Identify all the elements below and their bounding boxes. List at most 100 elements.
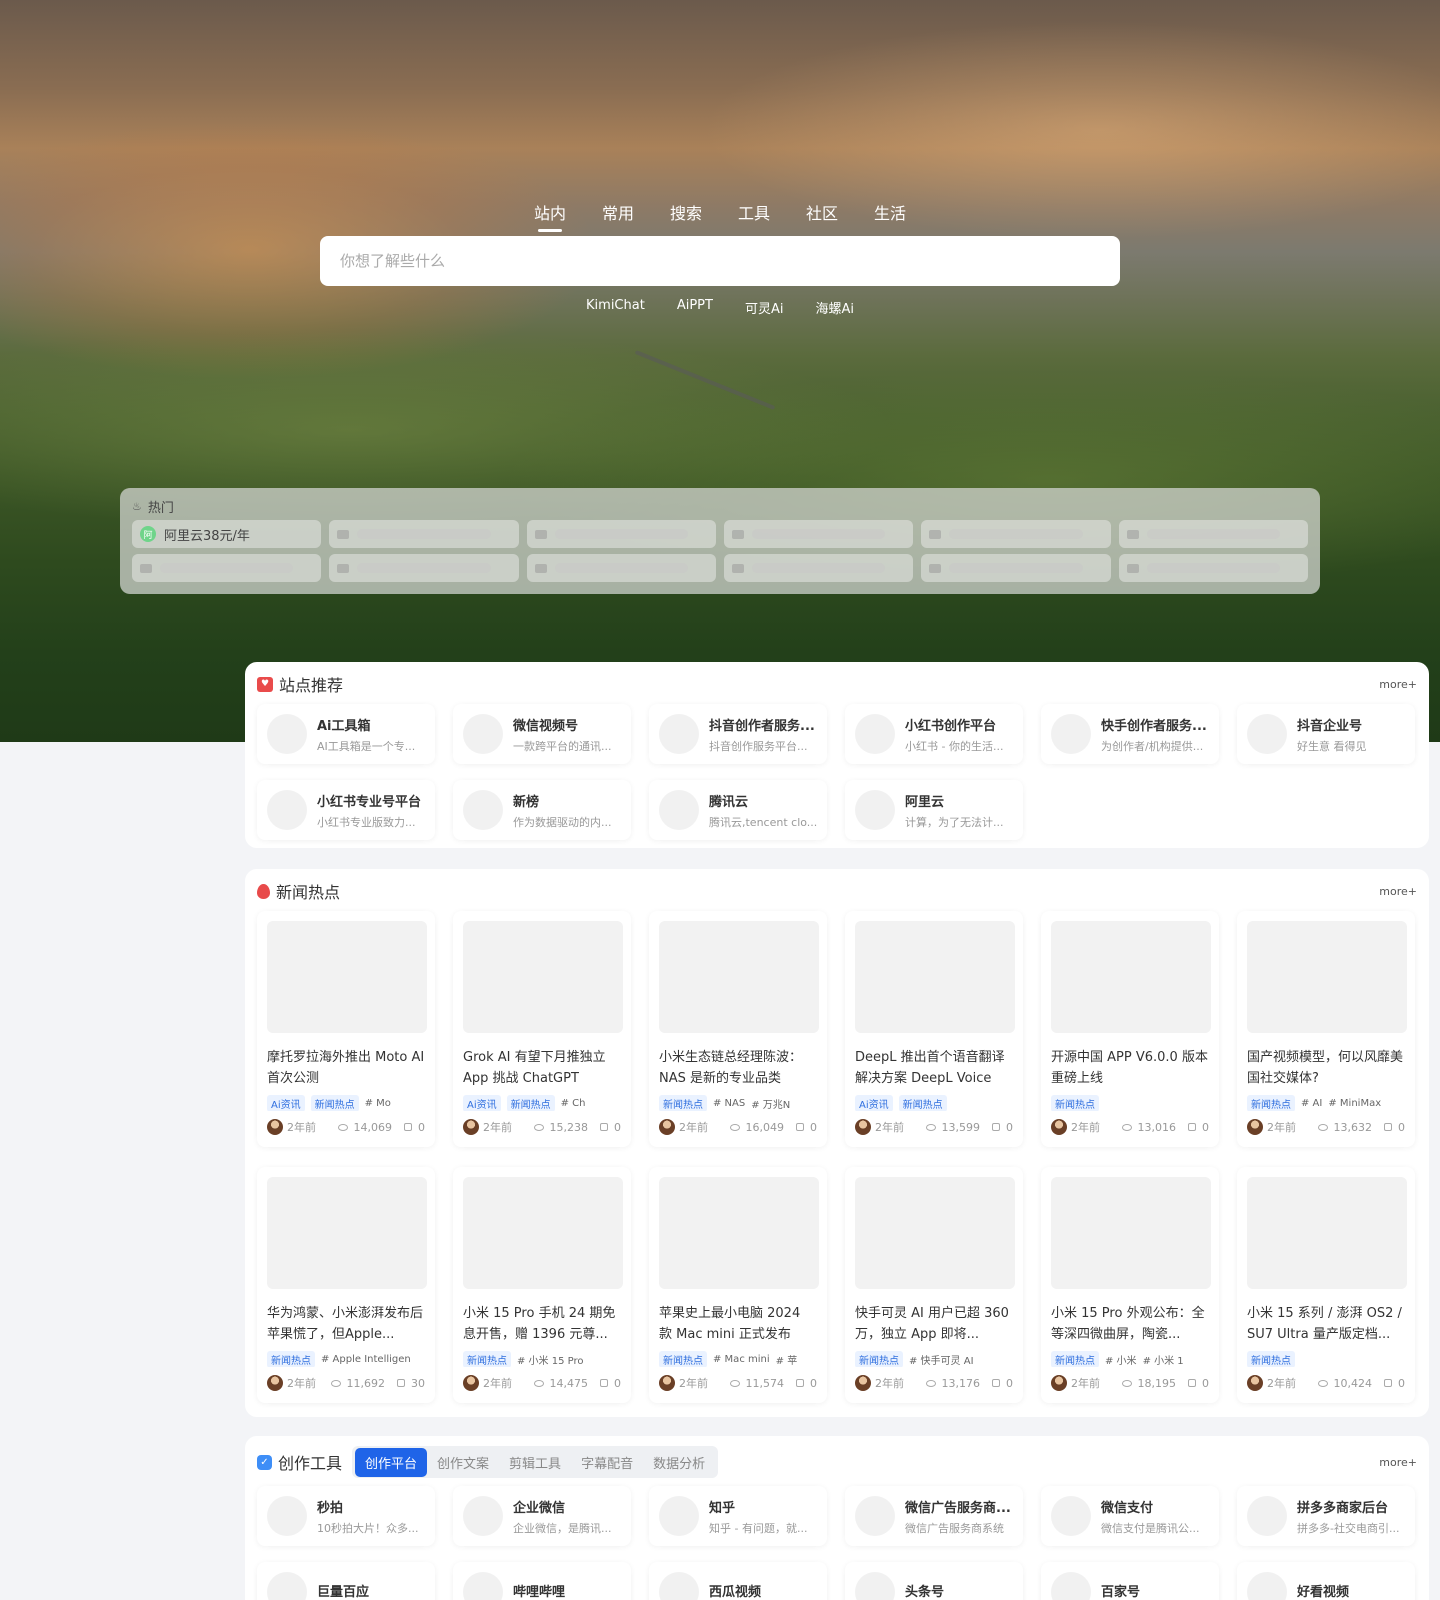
site-card[interactable]: 西瓜视频 <box>649 1562 827 1600</box>
quick-link[interactable]: 海螺Ai <box>815 298 854 317</box>
site-card[interactable]: 哔哩哔哩 <box>453 1562 631 1600</box>
tool-tab[interactable]: 创作文案 <box>427 1448 499 1477</box>
tool-tab[interactable]: 字幕配音 <box>571 1448 643 1477</box>
search-tab[interactable]: 搜索 <box>670 200 702 232</box>
news-card[interactable]: 开源中国 APP V6.0.0 版本重磅上线 新闻热点 2年前 13,016 0 <box>1041 911 1219 1147</box>
news-title[interactable]: 小米 15 Pro 手机 24 期免息开售，赠 1396 元尊... <box>463 1303 621 1345</box>
site-card[interactable]: 抖音创作者服务... 抖音创作服务平台... <box>649 704 827 764</box>
category-tag[interactable]: Ai资讯 <box>267 1095 305 1111</box>
keyword-tag[interactable]: # MiniMax <box>1328 1098 1381 1109</box>
category-tag[interactable]: 新闻热点 <box>1051 1095 1099 1111</box>
keyword-tag[interactable]: # 万兆N <box>751 1096 790 1111</box>
search-input[interactable] <box>340 252 1100 270</box>
news-card[interactable]: Grok AI 有望下月推独立 App 挑战 ChatGPT Ai资讯 新闻热点 # … <box>453 911 631 1147</box>
site-card[interactable]: 抖音企业号 好生意 看得见 <box>1237 704 1415 764</box>
news-card[interactable]: 苹果史上最小电脑 2024 款 Mac mini 正式发布新闻热点 # Mac m… <box>649 1167 827 1403</box>
like-icon[interactable] <box>1188 1123 1196 1131</box>
category-tag[interactable]: 新闻热点 <box>1247 1095 1295 1111</box>
search-tab[interactable]: 生活 <box>874 200 906 232</box>
site-card[interactable]: 知乎 知乎 - 有问题，就... <box>649 1486 827 1546</box>
like-icon[interactable] <box>397 1379 405 1387</box>
keyword-tag[interactable]: # 小米 15 Pro <box>517 1352 584 1367</box>
site-card[interactable]: 巨量百应 <box>257 1562 435 1600</box>
category-tag[interactable]: 新闻热点 <box>659 1351 707 1367</box>
keyword-tag[interactable]: # Apple Intelligen <box>321 1354 411 1365</box>
quick-link[interactable]: 可灵Ai <box>745 298 784 317</box>
site-card[interactable]: 头条号 <box>845 1562 1023 1600</box>
news-title[interactable]: 华为鸿蒙、小米澎湃发布后苹果慌了，但Apple... <box>267 1303 425 1345</box>
news-title[interactable]: 国产视频模型，何以风靡美国社交媒体? <box>1247 1047 1405 1089</box>
news-title[interactable]: 快手可灵 AI 用户已超 360 万，独立 App 即将... <box>855 1303 1013 1345</box>
site-card[interactable]: 秒拍 10秒拍大片！众多... <box>257 1486 435 1546</box>
keyword-tag[interactable]: # 快手可灵 AI <box>909 1352 974 1367</box>
like-icon[interactable] <box>992 1123 1000 1131</box>
keyword-tag[interactable]: # 小米 1 <box>1143 1352 1184 1367</box>
news-title[interactable]: 小米 15 系列 / 澎湃 OS2 / SU7 Ultra 量产版定档... <box>1247 1303 1405 1345</box>
category-tag[interactable]: 新闻热点 <box>898 1095 947 1111</box>
news-title[interactable]: 摩托罗拉海外推出 Moto AI 首次公测 <box>267 1047 425 1089</box>
site-card[interactable]: 微信支付 微信支付是腾讯公... <box>1041 1486 1219 1546</box>
tool-tab[interactable]: 剪辑工具 <box>499 1448 571 1477</box>
search-tab[interactable]: 社区 <box>806 200 838 232</box>
like-icon[interactable] <box>600 1379 608 1387</box>
like-icon[interactable] <box>404 1123 412 1131</box>
category-tag[interactable]: 新闻热点 <box>267 1351 315 1367</box>
tool-tab[interactable]: 创作平台 <box>355 1447 428 1477</box>
news-card[interactable]: 小米生态链总经理陈波：NAS 是新的专业品类 新闻热点 # NAS # 万兆N 2年前 1… <box>649 911 827 1147</box>
news-title[interactable]: DeepL 推出首个语音翻译解决方案 DeepL Voice <box>855 1047 1013 1089</box>
site-card[interactable]: 百家号 <box>1041 1562 1219 1600</box>
quick-link[interactable]: KimiChat <box>586 298 645 317</box>
keyword-tag[interactable]: # 苹 <box>776 1352 798 1367</box>
news-card[interactable]: 小米 15 系列 / 澎湃 OS2 / SU7 Ultra 量产版定档... 新闻… <box>1237 1167 1415 1403</box>
news-card[interactable]: 华为鸿蒙、小米澎湃发布后苹果慌了，但Apple... 新闻热点 # Apple In… <box>257 1167 435 1403</box>
keyword-tag[interactable]: # AI <box>1301 1098 1322 1109</box>
quick-link[interactable]: AiPPT <box>677 298 713 317</box>
category-tag[interactable]: Ai资讯 <box>855 1095 893 1111</box>
site-card[interactable]: 企业微信 企业微信，是腾讯... <box>453 1486 631 1546</box>
news-card[interactable]: 国产视频模型，何以风靡美国社交媒体? 新闻热点 # AI # MiniMax 2年前 13… <box>1237 911 1415 1147</box>
category-tag[interactable]: 新闻热点 <box>659 1095 707 1111</box>
site-card[interactable]: 小红书专业号平台 小红书专业版致力... <box>257 780 435 840</box>
keyword-tag[interactable]: # NAS <box>713 1098 745 1109</box>
keyword-tag[interactable]: # Mac mini <box>713 1354 770 1365</box>
news-card[interactable]: 快手可灵 AI 用户已超 360 万，独立 App 即将... 新闻热点 # 快手可… <box>845 1167 1023 1403</box>
news-card[interactable]: 小米 15 Pro 手机 24 期免息开售，赠 1396 元尊... 新闻热点 # … <box>453 1167 631 1403</box>
search-tab[interactable]: 站内 <box>534 200 566 232</box>
like-icon[interactable] <box>1188 1379 1196 1387</box>
news-card[interactable]: 摩托罗拉海外推出 Moto AI 首次公测 Ai资讯 新闻热点 # Mo 2年前 14,0… <box>257 911 435 1147</box>
category-tag[interactable]: Ai资讯 <box>463 1095 501 1111</box>
like-icon[interactable] <box>1384 1123 1392 1131</box>
more-link[interactable]: more+ <box>1379 678 1417 691</box>
site-card[interactable]: 好看视频 <box>1237 1562 1415 1600</box>
news-title[interactable]: 小米生态链总经理陈波：NAS 是新的专业品类 <box>659 1047 817 1089</box>
category-tag[interactable]: 新闻热点 <box>506 1095 555 1111</box>
site-card[interactable]: 阿里云 计算，为了无法计... <box>845 780 1023 840</box>
like-icon[interactable] <box>1384 1379 1392 1387</box>
keyword-tag[interactable]: # Ch <box>561 1098 586 1109</box>
like-icon[interactable] <box>796 1123 804 1131</box>
site-card[interactable]: 腾讯云 腾讯云,tencent clo... <box>649 780 827 840</box>
site-card[interactable]: 微信广告服务商... 微信广告服务商系统 <box>845 1486 1023 1546</box>
news-card[interactable]: DeepL 推出首个语音翻译解决方案 DeepL Voice Ai资讯 新闻热点 2年… <box>845 911 1023 1147</box>
category-tag[interactable]: 新闻热点 <box>1247 1351 1295 1367</box>
news-title[interactable]: 小米 15 Pro 外观公布：全等深四微曲屏，陶瓷... <box>1051 1303 1209 1345</box>
site-card[interactable]: 拼多多商家后台 拼多多-社交电商引... <box>1237 1486 1415 1546</box>
like-icon[interactable] <box>600 1123 608 1131</box>
more-link[interactable]: more+ <box>1379 885 1417 898</box>
site-card[interactable]: 微信视频号 一款跨平台的通讯... <box>453 704 631 764</box>
category-tag[interactable]: 新闻热点 <box>310 1095 359 1111</box>
search-tab[interactable]: 常用 <box>602 200 634 232</box>
category-tag[interactable]: 新闻热点 <box>463 1351 511 1367</box>
tool-tab[interactable]: 数据分析 <box>643 1448 715 1477</box>
keyword-tag[interactable]: # Mo <box>365 1098 391 1109</box>
news-title[interactable]: 苹果史上最小电脑 2024 款 Mac mini 正式发布 <box>659 1303 817 1345</box>
hot-item[interactable]: 阿 阿里云38元/年 <box>132 520 322 548</box>
more-link[interactable]: more+ <box>1379 1456 1417 1469</box>
like-icon[interactable] <box>796 1379 804 1387</box>
site-card[interactable]: Ai工具箱 AI工具箱是一个专... <box>257 704 435 764</box>
search-tab[interactable]: 工具 <box>738 200 770 232</box>
site-card[interactable]: 小红书创作平台 小红书 - 你的生活... <box>845 704 1023 764</box>
news-card[interactable]: 小米 15 Pro 外观公布：全等深四微曲屏，陶瓷... 新闻热点 # 小米 # 小米… <box>1041 1167 1219 1403</box>
site-card[interactable]: 快手创作者服务... 为创作者/机构提供... <box>1041 704 1219 764</box>
category-tag[interactable]: 新闻热点 <box>855 1351 903 1367</box>
